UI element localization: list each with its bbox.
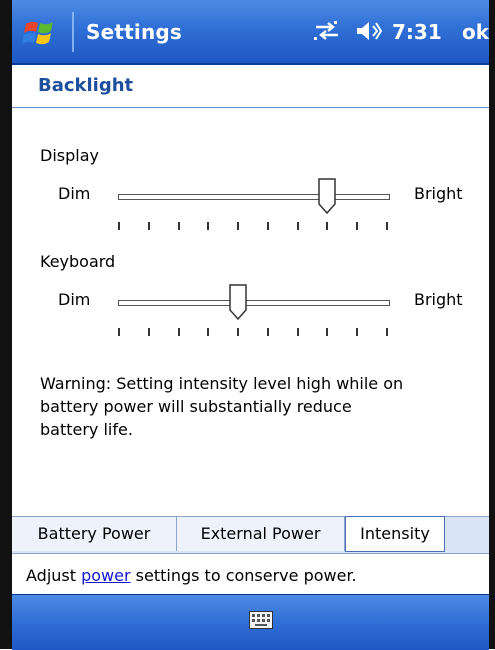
- slider-tick: [118, 222, 120, 230]
- slider-tick: [147, 328, 150, 336]
- slider-tick: [207, 328, 210, 336]
- slider-tick: [237, 222, 240, 230]
- warning-text: Warning: Setting intensity level high wh…: [40, 372, 480, 441]
- slider-tick: [147, 222, 150, 230]
- window-title: Settings: [86, 20, 183, 44]
- slider-tick: [237, 328, 240, 336]
- keyboard-icon[interactable]: [249, 611, 273, 629]
- connectivity-arrows-icon[interactable]: [312, 20, 342, 42]
- display-slider-thumb[interactable]: [318, 178, 337, 214]
- device-frame-right: [489, 0, 495, 649]
- slider-tick: [356, 222, 359, 230]
- keyboard-slider-ticks: [118, 328, 388, 338]
- display-dim-label: Dim: [58, 184, 91, 203]
- ok-button[interactable]: ok: [462, 20, 489, 44]
- slider-tick: [118, 328, 120, 336]
- keyboard-slider-thumb[interactable]: [229, 284, 247, 320]
- slider-tick: [266, 222, 269, 230]
- slider-tick: [296, 328, 299, 336]
- tab-intensity[interactable]: Intensity: [345, 516, 445, 552]
- display-label: Display: [40, 146, 99, 165]
- display-slider-ticks: [118, 222, 388, 232]
- hint-text: Adjust power settings to conserve power.: [26, 566, 357, 585]
- tab-strip: Battery Power External Power Intensity: [12, 516, 489, 554]
- device-frame-left: [0, 0, 12, 649]
- slider-tick: [177, 222, 180, 230]
- keyboard-label: Keyboard: [40, 252, 116, 271]
- slider-tick: [177, 328, 180, 336]
- hint-prefix: Adjust: [26, 566, 82, 585]
- title-bar: Settings 7:31 ok: [12, 0, 489, 65]
- slider-tick: [207, 222, 210, 230]
- hint-suffix: settings to conserve power.: [130, 566, 357, 585]
- slider-tick: [326, 222, 329, 230]
- slider-tick: [326, 328, 329, 336]
- speaker-volume-icon[interactable]: [354, 20, 382, 42]
- slider-tick: [356, 328, 359, 336]
- display-slider-track[interactable]: [118, 194, 390, 200]
- tab-external-power[interactable]: External Power: [177, 517, 345, 551]
- display-slider-row: Dim Bright: [12, 178, 489, 238]
- tab-battery-power[interactable]: Battery Power: [12, 517, 177, 551]
- warning-line: battery power will substantially reduce: [40, 397, 352, 416]
- display-bright-label: Bright: [414, 184, 463, 203]
- clock[interactable]: 7:31: [392, 20, 442, 44]
- slider-tick: [296, 222, 299, 230]
- keyboard-bright-label: Bright: [414, 290, 463, 309]
- warning-line: Warning: Setting intensity level high wh…: [40, 374, 404, 393]
- slider-tick: [386, 328, 388, 336]
- windows-flag-icon[interactable]: [20, 14, 62, 52]
- keyboard-slider-track[interactable]: [118, 300, 390, 306]
- page-header: Backlight: [12, 65, 489, 108]
- hint-bar: Adjust power settings to conserve power.: [12, 560, 489, 592]
- power-link[interactable]: power: [81, 566, 130, 585]
- keyboard-slider-row: Dim Bright: [12, 284, 489, 344]
- title-separator: [72, 12, 74, 52]
- slider-tick: [386, 222, 388, 230]
- bottom-menu-bar: [12, 594, 489, 650]
- slider-tick: [266, 328, 269, 336]
- page-title: Backlight: [38, 75, 134, 96]
- warning-line: battery life.: [40, 420, 133, 439]
- keyboard-dim-label: Dim: [58, 290, 91, 309]
